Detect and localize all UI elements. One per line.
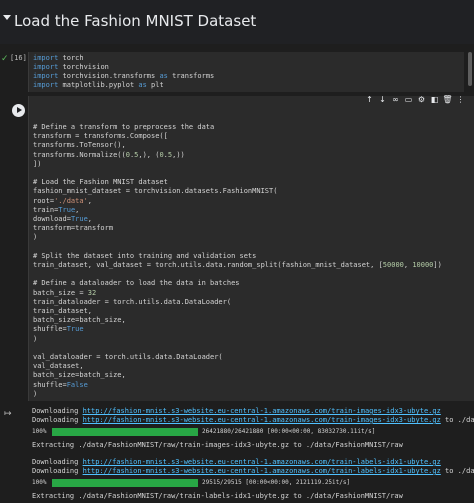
progress-bar-fill xyxy=(52,427,198,436)
code-line: transforms.Normalize((0.5,), (0.5,)) xyxy=(33,150,185,159)
code-line: val_dataloader = torch.utils.data.DataLo… xyxy=(33,353,223,361)
more-icon[interactable]: ⋮ xyxy=(454,93,467,105)
code-line: download=True, xyxy=(33,215,93,223)
progress-text: 26421880/26421880 [00:00<00:00, 83032730… xyxy=(202,428,376,435)
output-line: Downloading http://fashion-mnist.s3-webs… xyxy=(32,458,441,466)
comment-icon[interactable]: ▭ xyxy=(402,93,415,105)
success-check-icon: ✓ xyxy=(1,54,9,64)
code-cell-imports[interactable]: ✓ [16] import torch import torchvision i… xyxy=(0,46,474,94)
output-line: Downloading http://fashion-mnist.s3-webs… xyxy=(32,407,441,415)
output-line: Extracting ./data/FashionMNIST/raw/train… xyxy=(32,441,403,449)
code-line: fashion_mnist_dataset = torchvision.data… xyxy=(33,187,278,196)
delete-icon[interactable]: 🗑 xyxy=(441,93,454,105)
cell-toolbar: ↑ ↓ ∞ ▭ ⚙ ◧ 🗑 ⋮ xyxy=(363,93,467,105)
progress-bar xyxy=(52,427,198,436)
output-line: Downloading http://fashion-mnist.s3-webs… xyxy=(32,416,474,424)
code-line: # Define a transform to preprocess the d… xyxy=(33,123,215,131)
code-line: # Define a dataloader to load the data i… xyxy=(33,279,240,288)
code-line: batch_size=batch_size, xyxy=(33,371,126,380)
code-line: ) xyxy=(33,389,38,398)
progress-text: 29515/29515 [00:00<00:00, 2121119.25it/s… xyxy=(202,479,351,486)
code-line: import torchvision.transforms as transfo… xyxy=(33,72,215,80)
code-line: import torchvision xyxy=(33,63,109,71)
code-cell-dataset[interactable]: # Define a transform to preprocess the d… xyxy=(0,96,474,401)
code-line: import torch xyxy=(33,54,84,62)
download-link[interactable]: http://fashion-mnist.s3-website.eu-centr… xyxy=(83,416,441,424)
download-link[interactable]: http://fashion-mnist.s3-website.eu-centr… xyxy=(83,458,441,466)
code-line: root='./data', xyxy=(33,196,93,205)
code-line: shuffle=False xyxy=(33,380,88,389)
code-editor[interactable]: import torch import torchvision import t… xyxy=(28,52,464,92)
progress-bar xyxy=(52,478,198,487)
code-line: # Split the dataset into training and va… xyxy=(33,251,257,260)
code-line: # Load the Fashion MNIST dataset xyxy=(33,178,168,187)
code-line: ]) xyxy=(33,159,42,168)
code-line: ) xyxy=(33,334,38,343)
code-line: train_dataset, xyxy=(33,307,93,315)
progress-percent: 100% xyxy=(32,428,47,435)
arrow-up-icon[interactable]: ↑ xyxy=(363,93,376,105)
code-line: import matplotlib.pyplot as plt xyxy=(33,81,164,89)
code-line: train=True, xyxy=(33,205,80,214)
mirror-icon[interactable]: ◧ xyxy=(428,93,441,105)
collapse-caret-icon[interactable] xyxy=(3,15,11,20)
download-link[interactable]: http://fashion-mnist.s3-website.eu-centr… xyxy=(83,407,441,415)
progress-percent: 100% xyxy=(32,479,47,486)
cell-output: ↦ Downloading http://fashion-mnist.s3-we… xyxy=(0,403,474,503)
settings-icon[interactable]: ⚙ xyxy=(415,93,428,105)
run-cell-button[interactable] xyxy=(12,104,25,117)
code-line: train_dataset, val_dataset = torch.utils… xyxy=(33,261,442,269)
link-icon[interactable]: ∞ xyxy=(389,93,402,105)
code-line: transforms.ToTensor(), xyxy=(33,141,126,150)
output-line: Extracting ./data/FashionMNIST/raw/train… xyxy=(32,492,403,500)
progress-row: 100% 29515/29515 [00:00<00:00, 2121119.2… xyxy=(32,478,350,487)
code-line: train_dataloader = torch.utils.data.Data… xyxy=(33,297,232,306)
code-line: transform=transform xyxy=(33,224,114,233)
execution-count: [16] xyxy=(10,54,27,62)
code-line: ) xyxy=(33,233,38,242)
code-line: batch_size=batch_size, xyxy=(33,316,126,325)
arrow-down-icon[interactable]: ↓ xyxy=(376,93,389,105)
output-line: Downloading http://fashion-mnist.s3-webs… xyxy=(32,467,474,475)
section-header: Load the Fashion MNIST Dataset xyxy=(0,0,474,44)
progress-row: 100% 26421880/26421880 [00:00<00:00, 830… xyxy=(32,427,375,436)
output-toggle-icon[interactable]: ↦ xyxy=(4,409,12,419)
section-title: Load the Fashion MNIST Dataset xyxy=(14,12,257,30)
code-line: shuffle=True xyxy=(33,325,84,334)
code-line: transform = transforms.Compose([ xyxy=(33,132,168,141)
code-line: val_dataset, xyxy=(33,362,84,371)
code-line: batch_size = 32 xyxy=(33,288,97,297)
code-editor[interactable]: # Define a transform to preprocess the d… xyxy=(28,96,474,401)
progress-bar-fill xyxy=(52,478,198,487)
download-link[interactable]: http://fashion-mnist.s3-website.eu-centr… xyxy=(83,467,441,475)
vertical-scrollbar[interactable] xyxy=(468,52,472,86)
